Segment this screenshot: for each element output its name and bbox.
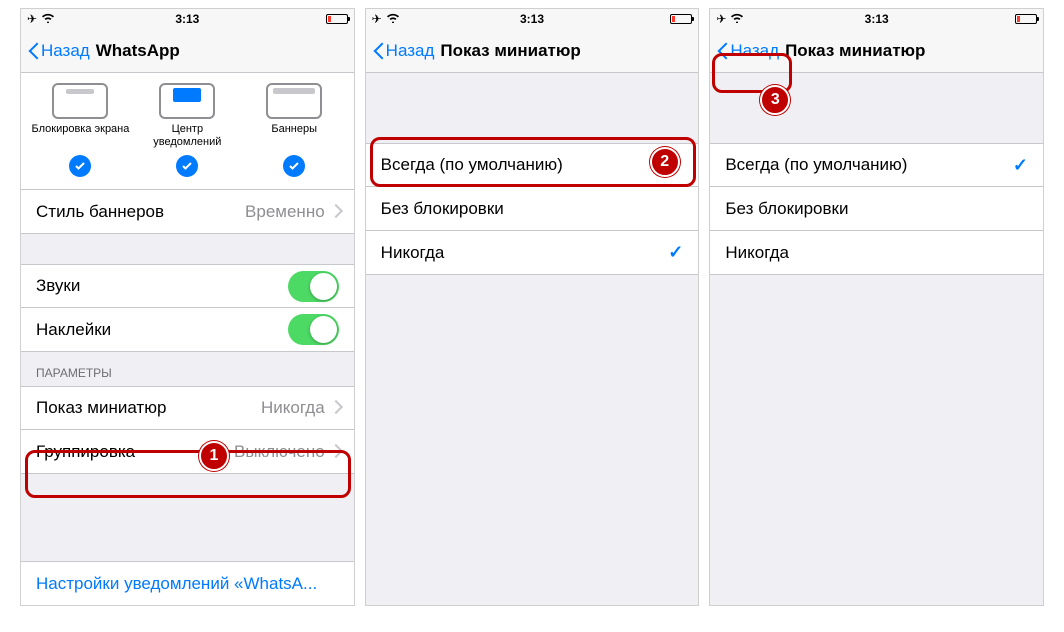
option-always-label: Всегда (по умолчанию) (381, 155, 563, 175)
spacer (710, 275, 1043, 605)
alert-banner-label: Баннеры (271, 123, 317, 149)
option-unlocked[interactable]: Без блокировки (366, 187, 699, 231)
spacer (366, 275, 699, 605)
show-previews-value: Никогда (261, 398, 325, 418)
option-never-label: Никогда (381, 243, 445, 263)
wifi-icon (41, 12, 55, 26)
options-list: Всегда (по умолчанию) Без блокировки Ник… (366, 143, 699, 275)
checkmark-icon: ✓ (1013, 155, 1028, 176)
show-previews-label: Показ миниатюр (36, 398, 166, 418)
alert-notification-center[interactable]: Центр уведомлений (137, 83, 237, 149)
option-always[interactable]: Всегда (по умолчанию) ✓ (710, 143, 1043, 187)
option-never[interactable]: Никогда ✓ (366, 231, 699, 275)
page-title: Показ миниатюр (440, 41, 580, 61)
option-always[interactable]: Всегда (по умолчанию) (366, 143, 699, 187)
page-title: Показ миниатюр (785, 41, 925, 61)
status-bar: ✈ 3:13 (21, 9, 354, 29)
callout-badge-2: 2 (650, 147, 680, 177)
chevron-right-icon (331, 206, 339, 218)
option-unlocked[interactable]: Без блокировки (710, 187, 1043, 231)
grouping-cell[interactable]: Группировка Выключено (21, 430, 354, 474)
status-left: ✈ (716, 12, 744, 26)
options-list: Всегда (по умолчанию) ✓ Без блокировки Н… (710, 143, 1043, 275)
status-left: ✈ (372, 12, 400, 26)
clock: 3:13 (865, 12, 889, 26)
status-bar: ✈ 3:13 (366, 9, 699, 29)
content: Всегда (по умолчанию) Без блокировки Ник… (366, 73, 699, 605)
spacer (21, 474, 354, 561)
gap (710, 73, 1043, 143)
alert-banners[interactable]: Баннеры (244, 83, 344, 149)
battery-icon (1015, 14, 1037, 24)
chevron-right-icon (331, 446, 339, 458)
gap (366, 73, 699, 143)
stickers-cell[interactable]: Наклейки (21, 308, 354, 352)
chevron-left-icon (716, 42, 728, 60)
notification-center-icon (159, 83, 215, 119)
parameters-header: ПАРАМЕТРЫ (21, 352, 354, 386)
status-bar: ✈ 3:13 (710, 9, 1043, 29)
gap (21, 234, 354, 264)
option-never-label: Никогда (725, 243, 789, 263)
notification-settings-link[interactable]: Настройки уведомлений «WhatsA... (21, 561, 354, 605)
back-button[interactable]: Назад (372, 41, 435, 61)
sounds-label: Звуки (36, 276, 80, 296)
back-label: Назад (41, 41, 90, 61)
airplane-icon: ✈ (27, 12, 37, 26)
check-lock[interactable] (69, 155, 91, 177)
alert-lock-screen[interactable]: Блокировка экрана (30, 83, 130, 149)
page-title: WhatsApp (96, 41, 180, 61)
airplane-icon: ✈ (716, 12, 726, 26)
status-left: ✈ (27, 12, 55, 26)
banner-style-label: Стиль баннеров (36, 202, 164, 222)
alert-lock-label: Блокировка экрана (32, 123, 130, 149)
callout-badge-1: 1 (199, 441, 229, 471)
back-label: Назад (730, 41, 779, 61)
alert-center-label: Центр уведомлений (137, 123, 237, 149)
check-center[interactable] (176, 155, 198, 177)
notification-settings-label: Настройки уведомлений «WhatsA... (36, 574, 317, 594)
chevron-left-icon (27, 42, 39, 60)
checkmark-icon: ✓ (668, 242, 683, 263)
nav-bar: Назад Показ миниатюр (710, 29, 1043, 73)
banner-style-cell[interactable]: Стиль баннеров Временно (21, 190, 354, 234)
nav-bar: Назад Показ миниатюр (366, 29, 699, 73)
banner-style-value: Временно (245, 202, 325, 222)
stickers-label: Наклейки (36, 320, 111, 340)
clock: 3:13 (520, 12, 544, 26)
alert-styles-row: Блокировка экрана Центр уведомлений Банн… (21, 73, 354, 149)
wifi-icon (386, 12, 400, 26)
grouping-value: Выключено (234, 442, 325, 462)
battery-icon (326, 14, 348, 24)
option-never[interactable]: Никогда (710, 231, 1043, 275)
airplane-icon: ✈ (372, 12, 382, 26)
grouping-label: Группировка (36, 442, 135, 462)
option-always-label: Всегда (по умолчанию) (725, 155, 907, 175)
banner-icon (266, 83, 322, 119)
phone-2-previews-before: ✈ 3:13 Назад Показ миниатюр Всегда (по у… (365, 8, 700, 606)
nav-bar: Назад WhatsApp (21, 29, 354, 73)
stickers-toggle[interactable] (288, 314, 339, 345)
chevron-right-icon (331, 402, 339, 414)
option-unlocked-label: Без блокировки (725, 199, 848, 219)
content: Всегда (по умолчанию) ✓ Без блокировки Н… (710, 73, 1043, 605)
chevron-left-icon (372, 42, 384, 60)
phone-1-whatsapp-settings: ✈ 3:13 Назад WhatsApp Блокировка экрана … (20, 8, 355, 606)
option-unlocked-label: Без блокировки (381, 199, 504, 219)
wifi-icon (730, 12, 744, 26)
clock: 3:13 (175, 12, 199, 26)
alert-checks-row (21, 149, 354, 190)
phone-3-previews-after: ✈ 3:13 Назад Показ миниатюр Всегда (по у… (709, 8, 1044, 606)
sounds-toggle[interactable] (288, 271, 339, 302)
back-button[interactable]: Назад (716, 41, 779, 61)
back-label: Назад (386, 41, 435, 61)
back-button[interactable]: Назад (27, 41, 90, 61)
content: Блокировка экрана Центр уведомлений Банн… (21, 73, 354, 605)
lock-screen-icon (52, 83, 108, 119)
show-previews-cell[interactable]: Показ миниатюр Никогда (21, 386, 354, 430)
battery-icon (670, 14, 692, 24)
sounds-cell[interactable]: Звуки (21, 264, 354, 308)
check-banner[interactable] (283, 155, 305, 177)
